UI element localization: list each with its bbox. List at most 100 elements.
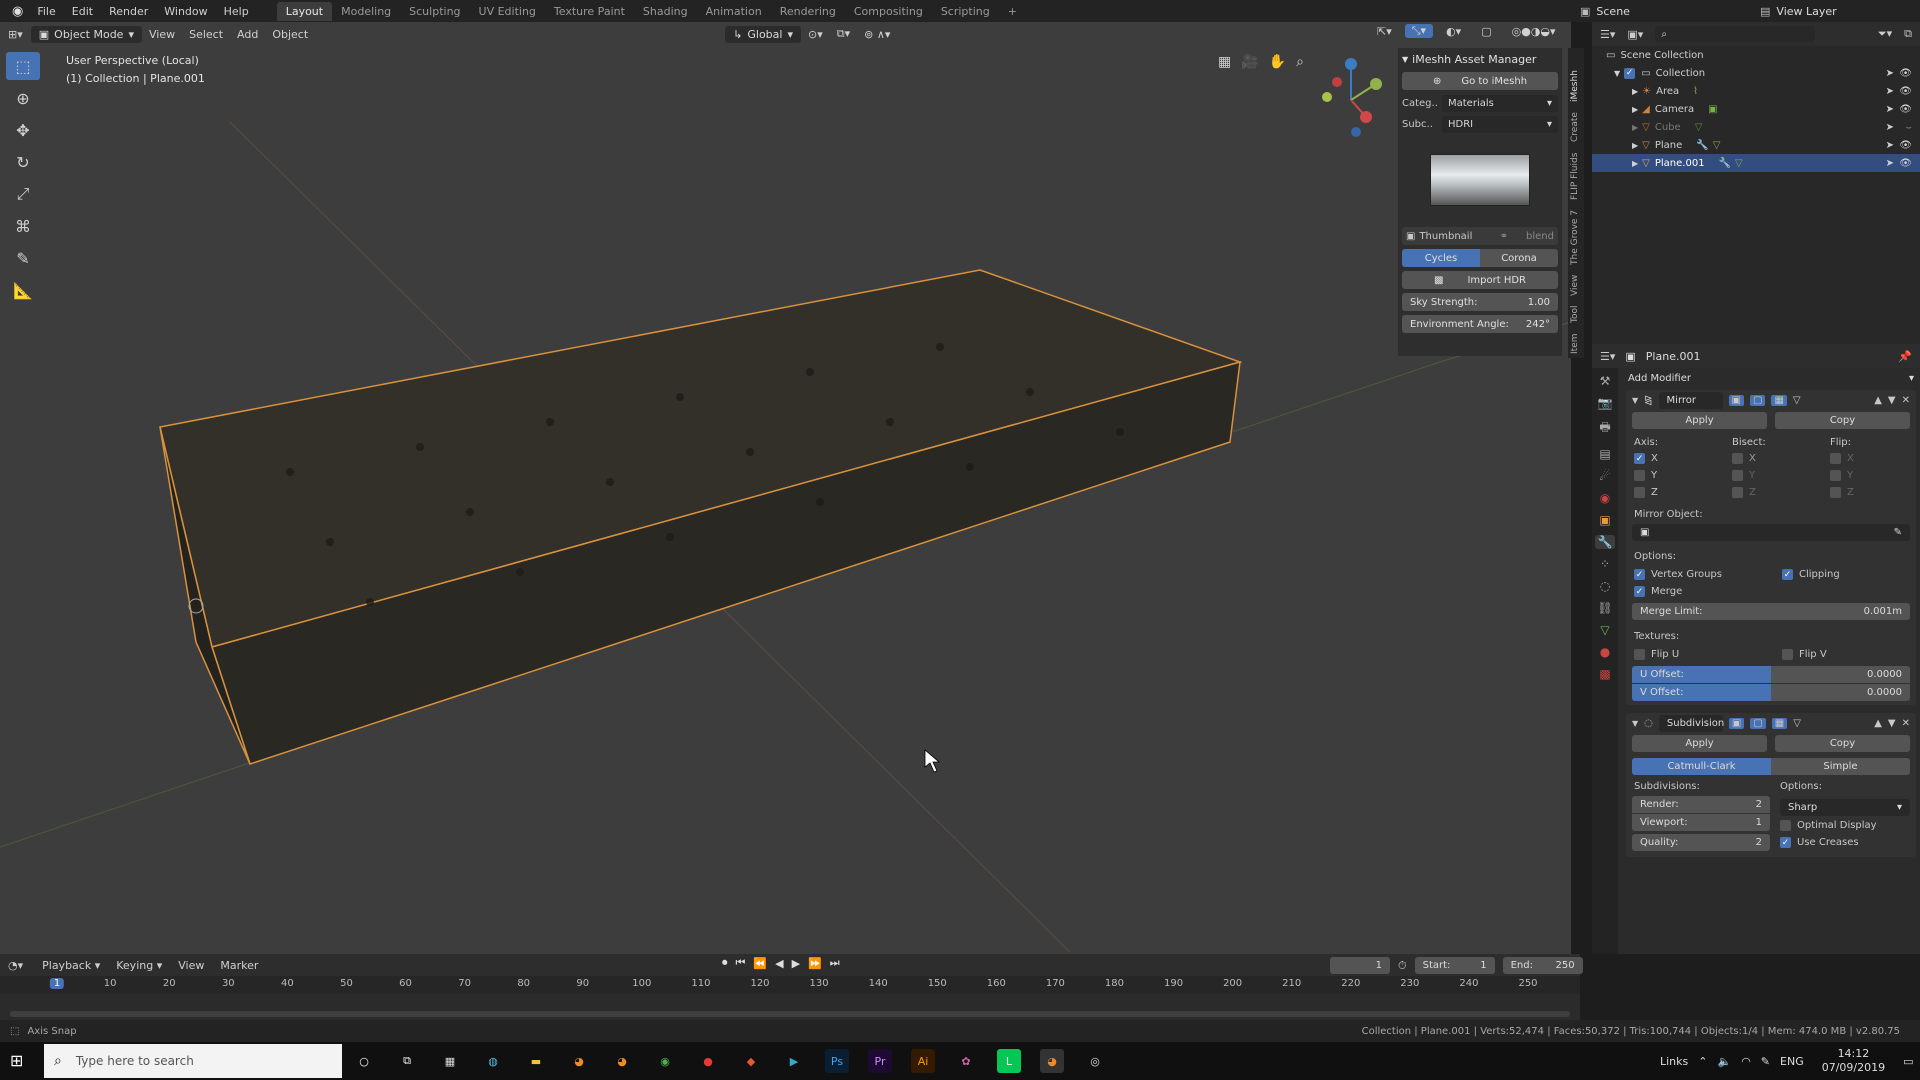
mirror-copy-button[interactable]: Copy	[1775, 412, 1910, 429]
app-icon[interactable]: ◎	[1083, 1049, 1107, 1073]
imeshh-panel-header[interactable]: ▼ iMeshh Asset Manager	[1402, 50, 1558, 68]
play-icon[interactable]: ▶	[792, 957, 800, 970]
timeline-menu-marker[interactable]: Marker	[213, 959, 265, 972]
texture-tab-icon[interactable]: ▩	[1599, 667, 1610, 681]
task-view-icon[interactable]: ⧉	[395, 1049, 419, 1073]
cortana-icon[interactable]: ○	[352, 1049, 376, 1073]
edit-mode-toggle-icon[interactable]: ▣	[1728, 394, 1744, 406]
sidebar-tab-the-grove[interactable]: The Grove 7	[1570, 210, 1580, 265]
mirror-name-field[interactable]: Mirror	[1658, 391, 1723, 409]
render-toggle-icon[interactable]: ▦	[1771, 717, 1788, 729]
blender-logo-icon[interactable]: ◉	[6, 4, 29, 19]
collection-checkbox[interactable]: ✓	[1624, 67, 1636, 79]
scene-selector[interactable]: ▣ Scene	[1580, 0, 1630, 22]
menu-render[interactable]: Render	[101, 5, 156, 18]
data-tab-icon[interactable]: ▽	[1600, 623, 1609, 637]
menu-window[interactable]: Window	[156, 5, 215, 18]
close-icon[interactable]: ✕	[1902, 395, 1910, 406]
viewport-menu-add[interactable]: Add	[230, 28, 265, 41]
play-reverse-icon[interactable]: ◀	[775, 957, 783, 970]
particles-tab-icon[interactable]: ⁘	[1600, 557, 1610, 571]
workspace-tab-rendering[interactable]: Rendering	[771, 2, 845, 21]
app-icon[interactable]: ●	[696, 1049, 720, 1073]
catmull-clark-button[interactable]: Catmull-Clark	[1632, 758, 1771, 775]
timeline-menu-playback[interactable]: Playback ▾	[35, 959, 107, 972]
transform-tool-icon[interactable]: ⌘	[6, 212, 40, 240]
menu-file[interactable]: File	[29, 5, 63, 18]
jump-start-icon[interactable]: ⏮	[736, 956, 746, 970]
pan-hand-icon[interactable]: ✋	[1269, 54, 1286, 70]
outliner-row-camera[interactable]: ▶ ◢ Camera ▣ ➤ 👁	[1592, 100, 1920, 118]
selectable-arrow-icon[interactable]: ➤	[1886, 68, 1894, 79]
calculator-icon[interactable]: ▦	[438, 1049, 462, 1073]
constraints-tab-icon[interactable]: ⛓	[1597, 601, 1612, 615]
selectable-arrow-icon[interactable]: ➤	[1886, 86, 1894, 97]
overlays-icon[interactable]: ◐▾	[1439, 25, 1468, 38]
outliner-row-plane[interactable]: ▶ ▽ Plane 🔧 ▽ ➤ 👁	[1592, 136, 1920, 154]
flip-y-checkbox[interactable]	[1830, 470, 1841, 481]
timeline-menu-keying[interactable]: Keying ▾	[109, 959, 169, 972]
taskbar-clock[interactable]: 14:12 07/09/2019	[1822, 1047, 1885, 1075]
record-icon[interactable]: ⏺	[722, 956, 728, 970]
world-tab-icon[interactable]: ◉	[1600, 491, 1610, 505]
prev-keyframe-icon[interactable]: ⏪	[753, 957, 767, 970]
start-frame-field[interactable]: Start: 1	[1414, 957, 1495, 974]
next-keyframe-icon[interactable]: ⏩	[808, 957, 822, 970]
cage-toggle-icon[interactable]: ▽	[1793, 718, 1801, 729]
move-up-icon[interactable]: ▲	[1874, 718, 1882, 729]
subdivision-copy-button[interactable]: Copy	[1775, 735, 1910, 752]
pivot-point-icon[interactable]: ⊙▾	[801, 28, 830, 41]
viewport-levels-field[interactable]: Viewport: 1	[1632, 814, 1770, 831]
collapse-arrow-icon[interactable]: ▼	[1632, 396, 1638, 405]
subdivision-name-field[interactable]: Subdivision	[1658, 714, 1724, 732]
gizmo-icon[interactable]: ⤡▾	[1404, 24, 1434, 38]
hdri-preview[interactable]	[1402, 136, 1558, 224]
viewport-menu-view[interactable]: View	[142, 28, 182, 41]
sky-strength-field[interactable]: Sky Strength: 1.00	[1402, 293, 1558, 311]
quality-field[interactable]: Quality: 2	[1632, 834, 1770, 851]
mirror-object-field[interactable]: ▣ ✎	[1632, 524, 1910, 541]
app-icon[interactable]: ◆	[739, 1049, 763, 1073]
timeline-track-area[interactable]	[0, 994, 1580, 1020]
render-tab-icon[interactable]: 📷	[1598, 396, 1613, 410]
viewport-toggle-icon[interactable]: ▢	[1750, 394, 1766, 406]
outliner-row-scene-collection[interactable]: ▭ Scene Collection	[1592, 46, 1920, 64]
axis-x-checkbox[interactable]: ✓	[1634, 453, 1645, 464]
merge-limit-field[interactable]: Merge Limit: 0.001m	[1632, 603, 1910, 620]
new-collection-icon[interactable]: ⧉	[1904, 27, 1912, 41]
outliner-editor-type-icon[interactable]: ☰▾	[1600, 28, 1615, 41]
chrome-icon[interactable]: ◉	[653, 1049, 677, 1073]
engine-cycles-button[interactable]: Cycles	[1402, 249, 1480, 267]
add-modifier-dropdown[interactable]: Add Modifier ▾	[1622, 368, 1920, 388]
notifications-icon[interactable]: ▭	[1903, 1055, 1913, 1068]
move-down-icon[interactable]: ▼	[1888, 395, 1896, 406]
object-tab-icon[interactable]: ▣	[1599, 513, 1610, 527]
filter-icon[interactable]: ⏷▾	[1878, 27, 1892, 41]
axis-z-checkbox[interactable]	[1634, 487, 1645, 498]
flip-x-checkbox[interactable]	[1830, 453, 1841, 464]
illustrator-icon[interactable]: Ai	[911, 1049, 935, 1073]
blender-icon[interactable]: ◕	[567, 1049, 591, 1073]
links-toolbar-label[interactable]: Links	[1660, 1055, 1688, 1068]
sidebar-tab-tool[interactable]: Tool	[1570, 306, 1580, 323]
sidebar-tab-create[interactable]: Create	[1570, 112, 1580, 142]
app-icon[interactable]: ◍	[481, 1049, 505, 1073]
play-app-icon[interactable]: ▶	[782, 1049, 806, 1073]
pin-icon[interactable]: 📌	[1898, 350, 1912, 363]
selectable-arrow-icon[interactable]: ➤	[1886, 140, 1894, 151]
workspace-tab-sculpting[interactable]: Sculpting	[400, 2, 469, 21]
add-workspace-button[interactable]: +	[999, 2, 1026, 21]
mirror-apply-button[interactable]: Apply	[1632, 412, 1767, 429]
stopwatch-icon[interactable]: ⏱	[1398, 959, 1407, 973]
clipping-checkbox[interactable]: ✓	[1782, 569, 1793, 580]
subcategory-dropdown[interactable]: HDRI ▾	[1442, 115, 1558, 133]
goto-imeshh-button[interactable]: ⊕ Go to iMeshh	[1402, 72, 1558, 90]
workspace-tab-shading[interactable]: Shading	[634, 2, 697, 21]
shading-modes-icon[interactable]: ◎●◑◒▾	[1505, 25, 1563, 38]
photoshop-icon[interactable]: Ps	[825, 1049, 849, 1073]
eye-icon[interactable]: 👁	[1899, 86, 1912, 97]
optimal-display-checkbox[interactable]	[1780, 820, 1791, 831]
app-icon[interactable]: ✿	[954, 1049, 978, 1073]
subdivision-apply-button[interactable]: Apply	[1632, 735, 1767, 752]
outliner-row-collection[interactable]: ▼ ✓ ▭ Collection ➤ 👁	[1592, 64, 1920, 82]
